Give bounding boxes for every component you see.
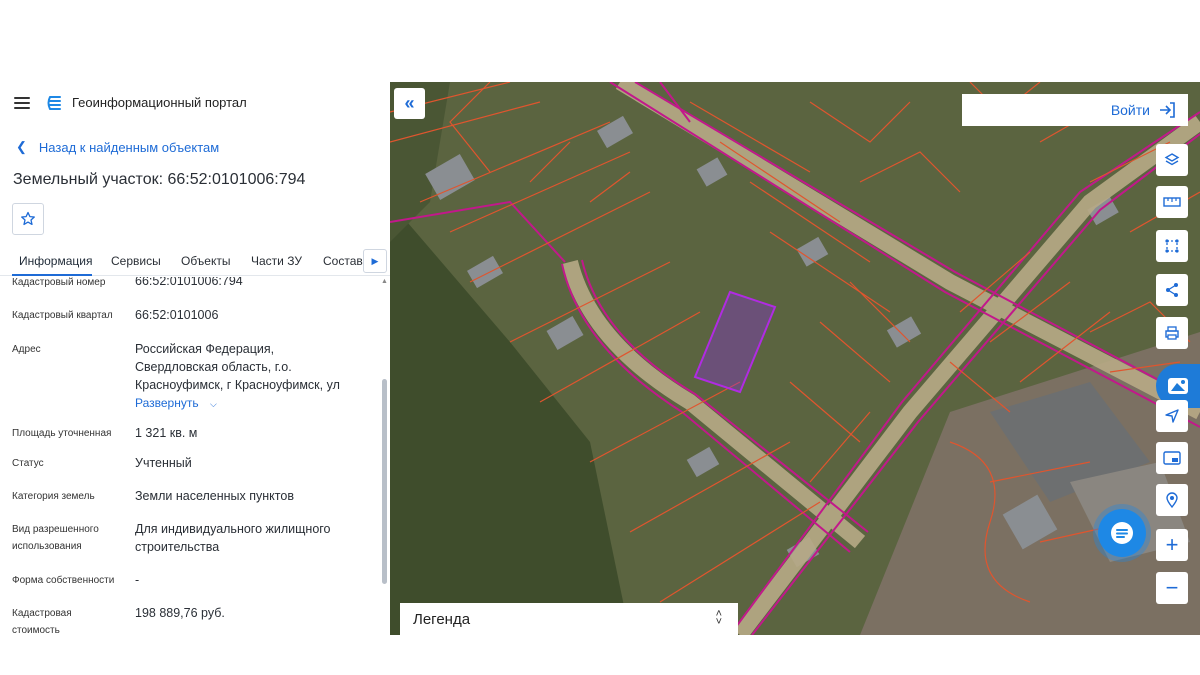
navigate-button[interactable]	[1156, 400, 1188, 432]
prop-label-land-category: Категория земель	[12, 491, 95, 502]
portal-title: Геоинформационный портал	[72, 95, 247, 110]
prop-value-cadastral-value: 198 889,76 руб.	[135, 606, 225, 620]
basemap-icon	[1168, 378, 1188, 394]
collapse-panel-button[interactable]: «	[394, 88, 425, 119]
login-icon[interactable]	[1158, 102, 1176, 118]
back-link-label: Назад к найденным объектам	[38, 139, 220, 155]
chat-icon	[1111, 522, 1133, 544]
tab-bar: Информация Сервисы Объекты Части ЗУ Сост…	[0, 244, 390, 276]
zoom-in-button[interactable]: +	[1156, 529, 1188, 561]
prop-label-area: Площадь уточненная	[12, 428, 112, 439]
chevron-down-icon: ⌵	[209, 399, 217, 409]
star-icon	[21, 211, 35, 226]
value-line: строительства	[135, 540, 220, 554]
tabs-scroll-right-button[interactable]: ▶	[363, 249, 387, 273]
prop-value-area: 1 321 кв. м	[135, 426, 198, 440]
prop-label-status: Статус	[12, 458, 44, 469]
address-line: Российская Федерация,	[135, 342, 275, 356]
chat-button[interactable]	[1098, 509, 1146, 557]
hamburger-menu-icon[interactable]	[14, 97, 30, 109]
area-select-button[interactable]	[1156, 230, 1188, 262]
prop-label-cadastral-value: Кадастровая стоимость	[12, 605, 127, 635]
value-line: Для индивидуального жилищного	[135, 522, 331, 536]
zoom-out-icon: −	[1165, 575, 1179, 600]
layers-button[interactable]	[1156, 144, 1188, 176]
properties-list: Кадастровый номер 66:52:0101006:794 Када…	[0, 277, 380, 635]
tab-composition[interactable]: Состав	[323, 254, 363, 268]
back-to-results-link[interactable]: ❮ Назад к найденным объектам	[16, 139, 219, 155]
prop-label-permitted-use: Вид разрешенного использования	[12, 521, 127, 555]
share-button[interactable]	[1156, 274, 1188, 306]
address-line: Свердловская область, г.о.	[135, 360, 292, 374]
prop-value-status: Учтенный	[135, 456, 192, 470]
area-select-icon	[1165, 239, 1179, 253]
expand-address-link[interactable]: Развернуть ⌵	[135, 394, 360, 413]
prop-label-cadastral-quarter: Кадастровый квартал	[12, 310, 113, 321]
prop-label-address: Адрес	[12, 344, 41, 355]
share-icon	[1166, 283, 1178, 297]
legend-panel-toggle[interactable]: Легенда ˄ ˅	[400, 603, 738, 635]
login-bar: Войти	[962, 94, 1188, 126]
prop-value-land-category: Земли населенных пунктов	[135, 489, 294, 503]
legend-label: Легенда	[413, 610, 471, 628]
info-panel: Геоинформационный портал ❮ Назад к найде…	[0, 82, 390, 635]
navigate-icon	[1165, 409, 1179, 423]
tab-parcel-parts[interactable]: Части ЗУ	[251, 254, 302, 268]
picture-in-picture-icon	[1163, 451, 1181, 465]
print-icon	[1165, 326, 1179, 340]
label-line: Кадастровая	[12, 608, 72, 619]
expand-collapse-icon: ˄ ˅	[715, 608, 722, 628]
double-chevron-left-icon: «	[404, 93, 415, 113]
prop-value-permitted-use: Для индивидуального жилищного строительс…	[135, 520, 360, 556]
scrollbar-thumb[interactable]	[382, 379, 387, 584]
label-line: использования	[12, 541, 82, 552]
prop-value-address: Российская Федерация, Свердловская облас…	[135, 340, 360, 413]
expand-label: Развернуть	[135, 396, 199, 410]
prop-value-ownership: -	[135, 573, 140, 587]
location-pin-button[interactable]	[1156, 484, 1188, 516]
print-button[interactable]	[1156, 317, 1188, 349]
aerial-map-image[interactable]	[390, 82, 1200, 635]
measure-button[interactable]	[1156, 186, 1188, 218]
picture-in-picture-button[interactable]	[1156, 442, 1188, 474]
prop-label-cadastral-number: Кадастровый номер	[12, 277, 106, 288]
active-tab-indicator	[12, 274, 92, 276]
label-line: Вид разрешенного	[12, 524, 99, 535]
portal-logo-icon	[47, 96, 61, 110]
layers-icon	[1164, 153, 1180, 166]
zoom-out-button[interactable]: −	[1156, 572, 1188, 604]
login-button[interactable]: Войти	[1111, 102, 1150, 118]
prop-value-cadastral-number: 66:52:0101006:794	[135, 277, 243, 288]
prop-value-cadastral-quarter: 66:52:0101006	[135, 308, 219, 322]
address-line: Красноуфимск, г Красноуфимск, ул	[135, 378, 340, 392]
zoom-in-icon: +	[1165, 532, 1179, 557]
page-title: Земельный участок: 66:52:0101006:794	[13, 171, 306, 188]
ruler-icon	[1163, 197, 1181, 207]
prop-label-ownership: Форма собственности	[12, 575, 115, 586]
location-pin-icon	[1166, 492, 1178, 508]
panel-header: Геоинформационный портал	[0, 82, 390, 126]
chevron-left-icon: ❮	[16, 139, 27, 154]
favorite-button[interactable]	[12, 203, 44, 235]
tab-objects[interactable]: Объекты	[181, 254, 231, 268]
map-view[interactable]: « Войти + − Легенда ˄ ˅	[390, 82, 1200, 635]
label-line: стоимость	[12, 625, 60, 635]
tab-information[interactable]: Информация	[19, 254, 92, 268]
scroll-up-arrow-icon[interactable]: ▲	[381, 278, 388, 285]
tab-services[interactable]: Сервисы	[111, 254, 161, 268]
